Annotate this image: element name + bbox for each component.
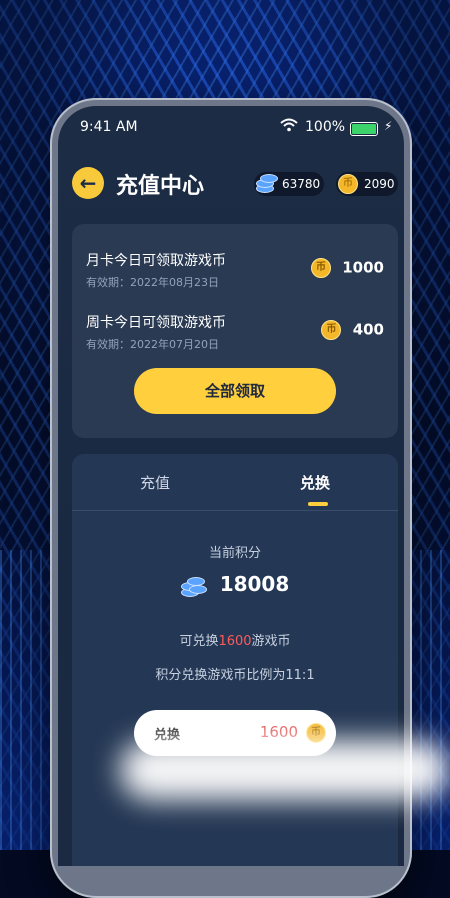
tab-recharge[interactable]: 充值 <box>140 472 170 493</box>
points-icon <box>180 574 207 598</box>
gem-count: 63780 <box>282 177 321 191</box>
status-time: 9:41 AM <box>80 119 138 135</box>
tab-exchange[interactable]: 兑换 <box>300 472 330 493</box>
coin-icon: 币 <box>338 174 358 194</box>
daily-rewards-card: 月卡今日可领取游戏币 有效期：2022年08月23日 币 1000 周卡今日可领… <box>72 224 398 438</box>
exchange-field-value: 1600 <box>259 723 298 741</box>
gem-icon <box>252 170 278 194</box>
bottom-glow <box>120 740 450 800</box>
charging-icon: ⚡ <box>384 119 393 133</box>
reward-amount-value: 400 <box>352 320 384 339</box>
battery-icon <box>350 122 378 136</box>
coin-icon: 币 <box>311 258 332 278</box>
exchangeable-amount: 1600 <box>218 634 252 649</box>
exchange-ratio-note: 积分兑换游戏币比例为11:1 <box>155 668 315 683</box>
points-value: 18008 <box>219 572 290 596</box>
header: ← 充值中心 63780 币 2090 <box>58 164 404 204</box>
claim-all-button[interactable]: 全部领取 <box>134 368 336 414</box>
note-suffix: 游戏币 <box>251 634 291 649</box>
status-bar: 9:41 AM 100% ⚡ <box>58 116 404 140</box>
note-prefix: 可兑换 <box>179 634 219 649</box>
back-button[interactable]: ← <box>72 167 104 199</box>
battery-percent: 100% <box>305 119 346 135</box>
coin-count: 2090 <box>364 177 395 191</box>
current-points-label: 当前积分 <box>208 546 261 561</box>
current-points: 18008 <box>72 572 398 598</box>
reward-amount: 币 1000 <box>311 258 384 278</box>
reward-name: 周卡今日可领取游戏币 <box>86 315 226 331</box>
reward-row-monthly: 月卡今日可领取游戏币 有效期：2022年08月23日 币 1000 <box>86 250 384 298</box>
gem-balance: 63780 <box>254 172 324 196</box>
coin-balance: 币 2090 <box>336 172 398 196</box>
page-title: 充值中心 <box>116 174 205 199</box>
coin-icon: 币 <box>321 320 342 340</box>
reward-row-weekly: 周卡今日可领取游戏币 有效期：2022年07月20日 币 400 <box>86 312 384 360</box>
tab-bar: 充值 兑换 <box>72 454 398 511</box>
reward-amount: 币 400 <box>321 320 384 340</box>
exchange-panel: 充值 兑换 当前积分 18008 可兑换1600游戏币 积分兑换游戏币比例为11… <box>72 454 398 866</box>
reward-expiry: 有效期：2022年07月20日 <box>86 338 219 351</box>
reward-name: 月卡今日可领取游戏币 <box>86 253 226 269</box>
active-tab-indicator <box>308 502 328 506</box>
exchangeable-note: 可兑换1600游戏币 <box>72 630 398 649</box>
reward-expiry: 有效期：2022年08月23日 <box>86 276 219 289</box>
reward-amount-value: 1000 <box>342 258 384 277</box>
wifi-icon <box>280 118 298 136</box>
